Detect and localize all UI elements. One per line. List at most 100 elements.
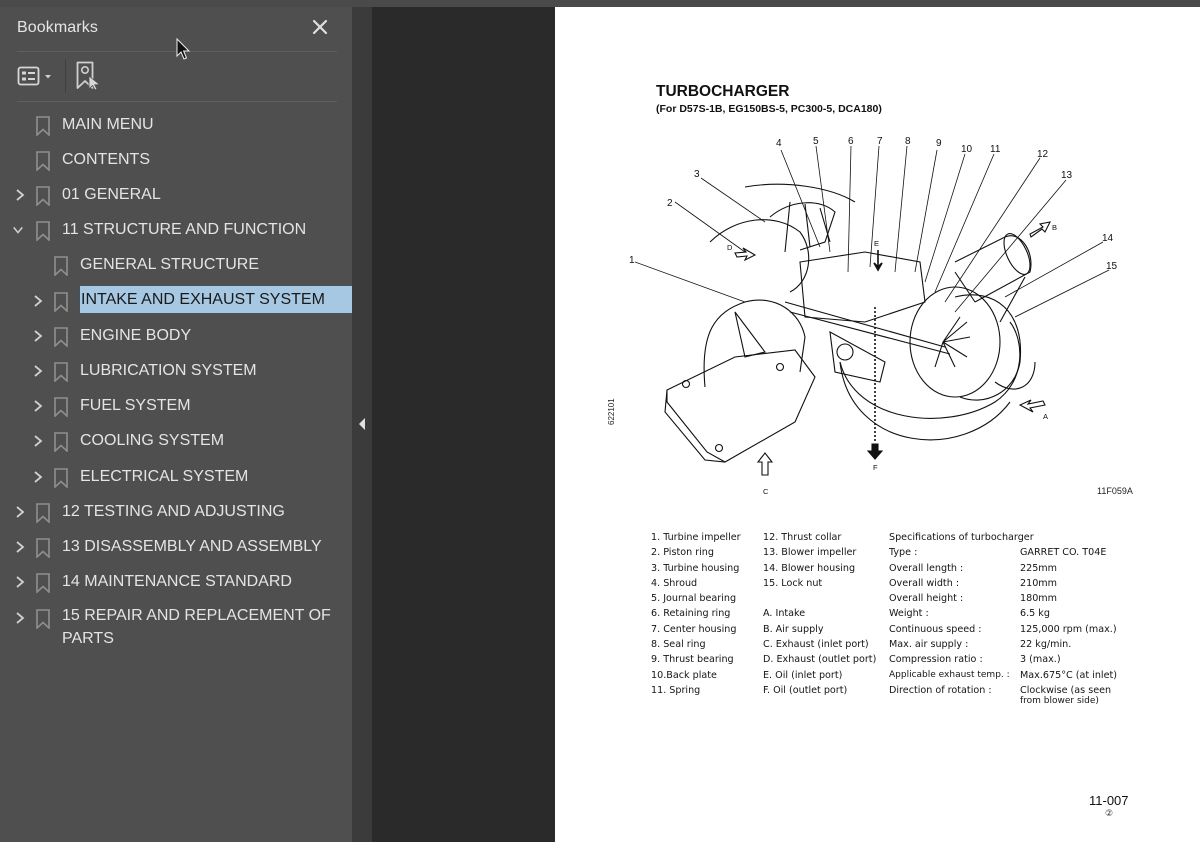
spec-value: 125,000 rpm (max.) — [1020, 623, 1117, 635]
part-item — [763, 591, 876, 606]
spec-row: Compression ratio : 3 (max.) — [889, 652, 1061, 667]
triangle-left-icon — [359, 418, 365, 430]
callout-numbers: 1 2 3 4 5 6 7 8 9 10 11 12 13 14 15 — [629, 136, 1118, 272]
close-icon — [312, 19, 328, 35]
bookmark-13-disassembly-and-assembly[interactable]: 13 DISASSEMBLY AND ASSEMBLY — [0, 532, 352, 562]
chevron-right-icon[interactable] — [32, 294, 44, 308]
spec-value: Max.675°C (at inlet) — [1020, 669, 1117, 681]
bookmark-engine-body[interactable]: ENGINE BODY — [0, 321, 352, 351]
panel-splitter[interactable] — [352, 7, 372, 842]
shaft — [784, 301, 951, 355]
flow-arrow-d — [734, 247, 757, 262]
callout-15: 15 — [1106, 261, 1118, 272]
collapse-panel-button[interactable] — [357, 416, 367, 432]
blower-housing — [839, 321, 1021, 419]
close-panel-button[interactable] — [310, 17, 330, 37]
list-options-icon — [17, 66, 51, 86]
callout-2: 2 — [667, 198, 673, 209]
bookmark-label: LUBRICATION SYSTEM — [80, 362, 257, 379]
bookmark-label-selected: INTAKE AND EXHAUST SYSTEM — [79, 285, 364, 314]
part-item: 9. Thrust bearing — [651, 654, 734, 666]
spec-value-cont: from blower side) — [1020, 695, 1099, 706]
chevron-right-icon[interactable] — [14, 188, 26, 202]
mouse-cursor-icon — [176, 38, 191, 60]
callout-12: 12 — [1037, 149, 1049, 160]
flow-label-d: D — [727, 243, 733, 252]
side-reference-code: 622101 — [607, 398, 616, 425]
bookmark-label: 12 TESTING AND ADJUSTING — [62, 503, 285, 520]
bookmark-icon — [54, 432, 68, 452]
chevron-right-icon[interactable] — [32, 329, 44, 343]
parts-list-2: 12. Thrust collar 13. Blower impeller 14… — [763, 530, 876, 698]
part-item: 5. Journal bearing — [651, 593, 737, 605]
chevron-right-icon[interactable] — [14, 505, 26, 519]
bookmarks-panel: Bookmarks MAIN MENU CONTENTS 01 GENERAL … — [0, 7, 364, 842]
part-item: 7. Center housing — [651, 623, 737, 635]
spec-key: Overall width : — [889, 577, 960, 589]
bookmark-label: CONTENTS — [62, 151, 150, 168]
bookmark-label: COOLING SYSTEM — [80, 432, 225, 449]
spec-key: Applicable exhaust temp. : — [889, 669, 1010, 680]
bookmark-cooling-system[interactable]: COOLING SYSTEM — [0, 426, 352, 456]
spec-key: Direction of rotation : — [889, 684, 992, 696]
toolbar-separator — [65, 59, 66, 93]
chevron-right-icon[interactable] — [14, 611, 26, 625]
callout-1: 1 — [629, 255, 635, 266]
bookmark-main-menu[interactable]: MAIN MENU — [0, 110, 352, 140]
chevron-down-icon[interactable] — [12, 223, 24, 237]
flow-item: E. Oil (inlet port) — [763, 669, 843, 681]
flow-arrow-e — [873, 250, 883, 272]
chevron-right-icon[interactable] — [32, 470, 44, 484]
flow-item: A. Intake — [763, 608, 806, 620]
flow-label-f: F — [873, 463, 878, 472]
bookmark-label: ELECTRICAL SYSTEM — [80, 468, 249, 485]
bookmark-label: FUEL SYSTEM — [80, 397, 191, 414]
part-item: 12. Thrust collar — [763, 532, 842, 543]
bookmark-general-structure[interactable]: GENERAL STRUCTURE — [0, 250, 352, 280]
panel-title: Bookmarks — [17, 19, 98, 36]
bookmark-lubrication-system[interactable]: LUBRICATION SYSTEM — [0, 356, 352, 386]
bookmark-icon — [36, 186, 50, 206]
chevron-right-icon[interactable] — [32, 399, 44, 413]
chevron-right-icon[interactable] — [14, 575, 26, 589]
bookmark-label: MAIN MENU — [62, 116, 154, 133]
bookmark-contents[interactable]: CONTENTS — [0, 145, 352, 175]
part-item: 4. Shroud — [651, 577, 698, 589]
bookmark-label: GENERAL STRUCTURE — [80, 256, 259, 273]
bookmark-14-maintenance-standard[interactable]: 14 MAINTENANCE STANDARD — [0, 567, 352, 597]
bookmark-electrical-system[interactable]: ELECTRICAL SYSTEM — [0, 462, 352, 492]
bookmark-label: 15 REPAIR AND REPLACEMENT OF PARTS — [62, 607, 331, 647]
spec-value: 180mm — [1020, 593, 1058, 605]
blower-impeller — [934, 316, 971, 368]
find-current-bookmark-button[interactable] — [75, 61, 103, 91]
bookmark-11-structure-and-function[interactable]: 11 STRUCTURE AND FUNCTION — [0, 215, 352, 245]
bookmark-icon — [36, 151, 50, 171]
bookmark-15-repair-and-replacement-of-parts[interactable]: 15 REPAIR AND REPLACEMENT OF PARTS — [0, 603, 352, 653]
bookmark-icon — [54, 292, 68, 312]
bookmark-fuel-system[interactable]: FUEL SYSTEM — [0, 391, 352, 421]
page-title: TURBOCHARGER — [656, 83, 790, 100]
document-canvas-background — [372, 7, 555, 842]
mounting-flange — [664, 349, 816, 463]
bookmark-intake-and-exhaust-system[interactable]: INTAKE AND EXHAUST SYSTEM — [0, 285, 364, 316]
callout-4: 4 — [776, 138, 782, 149]
part-item: 6. Retaining ring — [651, 608, 731, 620]
callout-13: 13 — [1061, 170, 1073, 181]
flow-item: C. Exhaust (inlet port) — [763, 639, 869, 651]
spec-row: Weight : 6.5 kg — [889, 606, 1050, 621]
bookmark-options-button[interactable] — [17, 65, 57, 89]
bookmark-01-general[interactable]: 01 GENERAL — [0, 180, 352, 210]
chevron-right-icon[interactable] — [14, 540, 26, 554]
part-item: 3. Turbine housing — [651, 562, 740, 574]
bookmark-icon — [54, 468, 68, 488]
chevron-right-icon[interactable] — [32, 364, 44, 378]
bookmark-12-testing-and-adjusting[interactable]: 12 TESTING AND ADJUSTING — [0, 497, 352, 527]
spec-value: 225mm — [1020, 562, 1058, 574]
bookmark-icon — [36, 221, 50, 241]
bookmark-icon — [36, 116, 50, 136]
flow-label-e: E — [874, 239, 879, 248]
flow-label-b: B — [1052, 223, 1057, 232]
chevron-right-icon[interactable] — [32, 434, 44, 448]
spec-key: Max. air supply : — [889, 639, 969, 651]
spec-row: Overall length : 225mm — [889, 561, 1057, 576]
